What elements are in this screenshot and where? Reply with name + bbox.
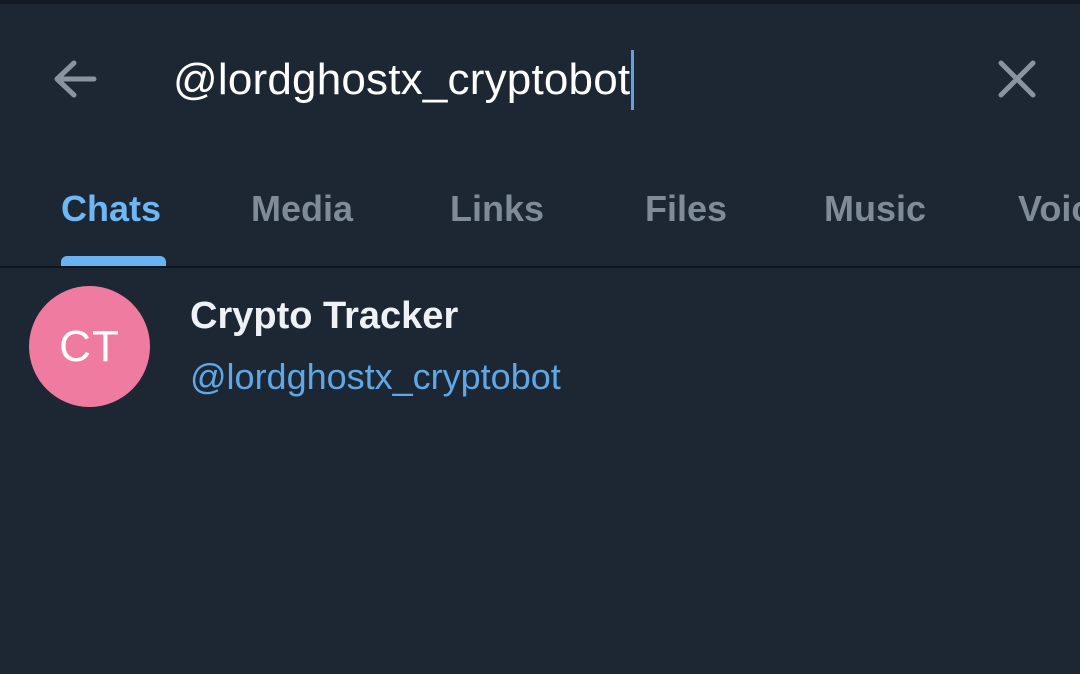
back-button[interactable] [44, 48, 106, 110]
search-input[interactable]: @lordghostx_cryptobot [173, 48, 635, 112]
avatar: CT [29, 286, 150, 407]
tab-label: Music [824, 188, 927, 229]
tab-label: Media [251, 188, 354, 229]
search-filter-tabs: Chats Media Links Files Music Voice [0, 170, 1080, 267]
close-icon [998, 60, 1036, 98]
tab-label: Links [450, 188, 545, 229]
tab-label: Files [645, 188, 728, 229]
search-result-item[interactable]: CT Crypto Tracker @lordghostx_cryptobot [0, 268, 1080, 428]
arrow-left-icon [54, 60, 97, 98]
tab-label: Chats [61, 188, 162, 229]
search-query-text: @lordghostx_cryptobot [173, 55, 631, 104]
tab-label: Voice [1018, 188, 1080, 229]
search-screen: @lordghostx_cryptobot Chats Media Links … [0, 0, 1080, 674]
avatar-initials: CT [59, 321, 120, 371]
chat-title: Crypto Tracker [190, 295, 459, 337]
search-header: @lordghostx_cryptobot [0, 4, 1080, 154]
clear-search-button[interactable] [986, 48, 1048, 110]
chat-username: @lordghostx_cryptobot [190, 356, 561, 397]
text-caret [631, 50, 635, 110]
